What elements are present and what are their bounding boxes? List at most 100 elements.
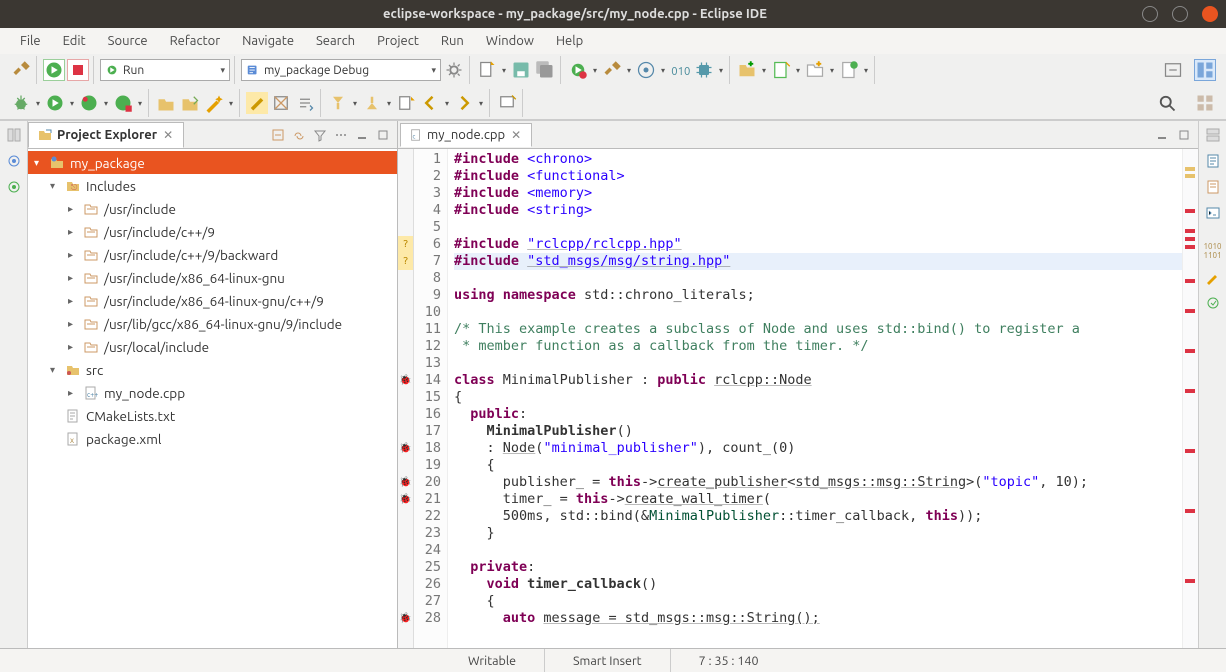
maximize-view-icon[interactable] [373,125,393,145]
target-icon[interactable] [635,59,657,81]
error-marker-icon[interactable]: 🐞 [398,474,413,491]
error-marker-icon[interactable]: 🐞 [398,610,413,627]
menu-refactor[interactable]: Refactor [160,30,231,52]
target-view-icon[interactable] [1203,293,1223,313]
menu-file[interactable]: File [10,30,51,52]
tree-cmake[interactable]: CMakeLists.txt [28,404,397,427]
editor-minimize-icon[interactable] [1152,125,1172,145]
toggle-mark-icon[interactable] [246,92,268,114]
tree-include-5[interactable]: ▸/usr/lib/gcc/x86_64-linux-gnu/9/include [28,312,397,335]
open-type-icon[interactable] [155,92,177,114]
tree-includes[interactable]: ▾ ⎋ Includes [28,174,397,197]
code-text[interactable]: #include <chrono> #include <functional> … [448,149,1182,648]
profile-dropdown[interactable]: ▾ [102,99,110,108]
debug-icon[interactable] [10,92,32,114]
wand-icon[interactable] [203,92,225,114]
newproj-dropdown[interactable]: ▾ [760,66,768,75]
nexta-dropdown[interactable]: ▾ [351,99,359,108]
filter-icon[interactable] [310,125,330,145]
open-task-icon[interactable] [179,92,201,114]
window-close-button[interactable] [1202,6,1218,22]
wand-dropdown[interactable]: ▾ [227,99,235,108]
fwd-dropdown[interactable]: ▾ [477,99,485,108]
overview-ruler[interactable] [1182,149,1198,648]
new-project-icon[interactable] [736,59,758,81]
tree-include-4[interactable]: ▸/usr/include/x86_64-linux-gnu/c++/9 [28,289,397,312]
back-dropdown[interactable]: ▾ [443,99,451,108]
tree-include-2[interactable]: ▸/usr/include/c++/9/backward [28,243,397,266]
editor-tab-close-icon[interactable]: ✕ [509,128,523,142]
run-red-icon[interactable] [112,92,134,114]
editor-tab-mynode[interactable]: c my_node.cpp ✕ [400,123,532,147]
menu-navigate[interactable]: Navigate [232,30,304,52]
launch-config-select[interactable]: my_package Debug▾ [241,59,441,81]
window-maximize-button[interactable] [1172,6,1188,22]
back-nav-icon[interactable] [419,92,441,114]
tree-src-file-0[interactable]: ▸c++my_node.cpp [28,381,397,404]
newsrc-dropdown[interactable]: ▾ [862,66,870,75]
tree-xml[interactable]: xpackage.xml [28,427,397,450]
target-dropdown[interactable]: ▾ [659,66,667,75]
toggle-block-icon[interactable] [270,92,292,114]
chip-dropdown[interactable]: ▾ [717,66,725,75]
tree-root-my-package[interactable]: ▾ my_package [28,151,397,174]
hammer-icon[interactable] [601,59,623,81]
stop-button[interactable] [67,59,89,81]
minimize-view-icon[interactable] [352,125,372,145]
hammer-build-icon[interactable] [10,59,32,81]
error-marker-icon[interactable]: 🐞 [398,440,413,457]
code-editor[interactable]: ? ? 🐞 🐞 🐞 🐞 🐞 12345678910 11121314151617… [398,149,1198,648]
open-perspective-icon[interactable] [1194,92,1216,114]
marker-ruler[interactable]: ? ? 🐞 🐞 🐞 🐞 🐞 [398,149,414,648]
binary-icon[interactable]: 010 [669,59,691,81]
menu-run[interactable]: Run [431,30,474,52]
run-button[interactable] [43,59,65,81]
link-editor-icon[interactable] [289,125,309,145]
project-explorer-tab[interactable]: Project Explorer ✕ [28,122,184,148]
prev-annotation-icon[interactable] [361,92,383,114]
new-file-dropdown[interactable]: ▾ [500,66,508,75]
minimap-view-icon[interactable]: 10101101 [1203,241,1223,261]
gear-icon[interactable] [443,59,465,81]
run-mode-select[interactable]: Run▾ [100,59,230,81]
menu-window[interactable]: Window [476,30,544,52]
tree-include-6[interactable]: ▸/usr/local/include [28,335,397,358]
project-tree[interactable]: ▾ my_package ▾ ⎋ Includes ▸/usr/include … [28,149,397,648]
show-whitespace-icon[interactable] [294,92,316,114]
newfolder-dropdown[interactable]: ▾ [828,66,836,75]
new-class-icon[interactable] [770,59,792,81]
save-icon[interactable] [510,59,532,81]
pin-editor-icon[interactable] [496,92,518,114]
terminal-view-icon[interactable] [1203,203,1223,223]
external-dropdown[interactable]: ▾ [591,66,599,75]
preva-dropdown[interactable]: ▾ [385,99,393,108]
tree-include-3[interactable]: ▸/usr/include/x86_64-linux-gnu [28,266,397,289]
last-edit-icon[interactable] [395,92,417,114]
menu-search[interactable]: Search [306,30,365,52]
new-file-icon[interactable] [476,59,498,81]
search-icon[interactable] [1156,92,1178,114]
view-menu-icon[interactable] [331,125,351,145]
menu-edit[interactable]: Edit [53,30,96,52]
perspective-cpp-icon[interactable] [1194,59,1216,81]
warning-marker-icon[interactable]: ? [398,236,413,253]
tree-src[interactable]: ▾ src [28,358,397,381]
warning-marker-icon[interactable]: ? [398,253,413,270]
newclass-dropdown[interactable]: ▾ [794,66,802,75]
restore-right-view-icon[interactable] [1203,125,1223,145]
hammer-dropdown[interactable]: ▾ [625,66,633,75]
run2-dropdown[interactable]: ▾ [68,99,76,108]
project-explorer-close-icon[interactable]: ✕ [161,128,175,142]
error-marker-icon[interactable]: 🐞 [398,491,413,508]
collapse-all-icon[interactable] [268,125,288,145]
outline-view-icon[interactable] [1203,151,1223,171]
build-targets-view-icon[interactable] [4,177,24,197]
next-annotation-icon[interactable] [327,92,349,114]
tree-include-1[interactable]: ▸/usr/include/c++/9 [28,220,397,243]
menu-project[interactable]: Project [367,30,429,52]
save-all-icon[interactable] [534,59,556,81]
tree-include-0[interactable]: ▸/usr/include [28,197,397,220]
new-folder-icon[interactable] [804,59,826,81]
wand-view-icon[interactable] [1203,267,1223,287]
debug-dropdown[interactable]: ▾ [34,99,42,108]
